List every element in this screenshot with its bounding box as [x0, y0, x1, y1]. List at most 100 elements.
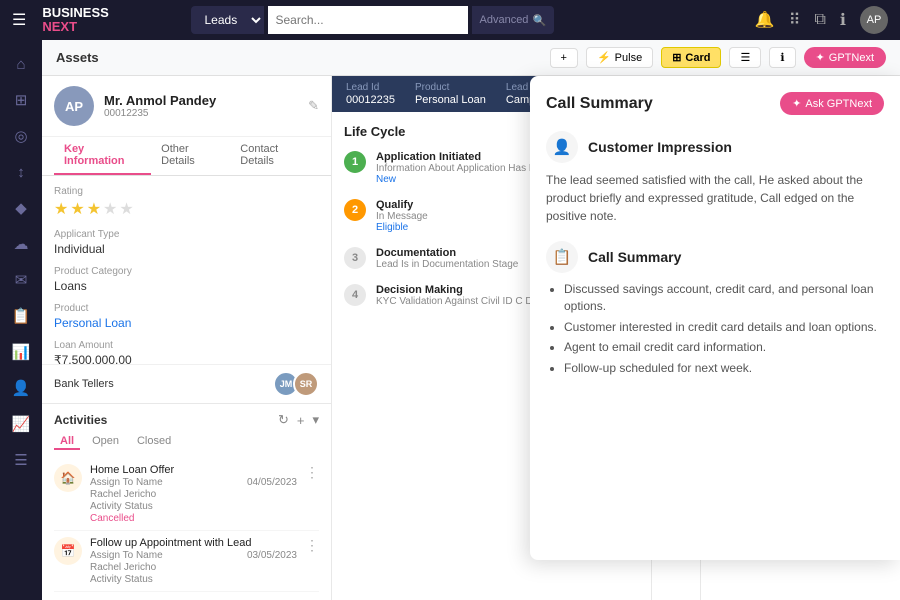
- star-2[interactable]: ★: [70, 199, 84, 219]
- search-input[interactable]: [268, 6, 468, 34]
- call-summary-section-title: Call Summary: [588, 249, 681, 265]
- activity-details-2: Follow up Appointment with Lead Assign T…: [90, 537, 297, 585]
- sidebar-icon-activity[interactable]: ↕: [5, 156, 37, 188]
- bank-tellers-label: Bank Tellers: [54, 378, 114, 390]
- tab-other-details[interactable]: Other Details: [151, 137, 230, 175]
- lead-avatar: AP: [54, 86, 94, 126]
- search-category-dropdown[interactable]: Leads: [191, 6, 264, 34]
- lead-tabs: Key Information Other Details Contact De…: [42, 137, 331, 176]
- grid-icon[interactable]: ⠿: [789, 10, 801, 30]
- info-button[interactable]: ℹ: [769, 47, 795, 68]
- edit-icon[interactable]: ✎: [308, 98, 319, 114]
- product-category-field: Product Category Loans: [54, 266, 319, 293]
- gptnext-button[interactable]: ✦ GPTNext: [804, 47, 886, 68]
- sidebar-icon-home[interactable]: ⌂: [5, 48, 37, 80]
- activity-assignee-label-1: Assign To Name 04/05/2023: [90, 477, 297, 488]
- card-view-button[interactable]: ⊞ Card: [661, 47, 721, 68]
- lifecycle-num-1: 1: [344, 151, 366, 173]
- activity-name-2: Follow up Appointment with Lead: [90, 537, 297, 549]
- star-1[interactable]: ★: [54, 199, 68, 219]
- activities-section: Activities ↻ + ▾ All Open Closed 🏠 Home …: [42, 403, 331, 600]
- advanced-search-button[interactable]: Advanced 🔍: [472, 6, 555, 34]
- tab-contact-details[interactable]: Contact Details: [230, 137, 319, 175]
- activity-item: 🏠 Home Loan Offer Assign To Name 04/05/2…: [54, 458, 319, 531]
- star-5[interactable]: ★: [119, 199, 133, 219]
- activity-status-label-2: Activity Status: [90, 574, 297, 585]
- ask-gptnext-button[interactable]: ✦ Ask GPTNext: [780, 92, 884, 115]
- sidebar-icon-chart[interactable]: 📊: [5, 336, 37, 368]
- filter-open[interactable]: Open: [86, 434, 125, 450]
- card-icon: ⊞: [672, 51, 681, 64]
- tab-key-information[interactable]: Key Information: [54, 137, 151, 175]
- activities-title: Activities: [54, 413, 107, 427]
- info-icon[interactable]: ℹ: [840, 10, 846, 30]
- star-3[interactable]: ★: [87, 199, 101, 219]
- pulse-icon: ⚡: [597, 51, 611, 64]
- top-navigation: ☰ BUSINESS NEXT Leads Advanced 🔍 🔔 ⠿ ⧉ ℹ…: [0, 0, 900, 40]
- meta-lead-id: Lead Id 00012235: [346, 82, 395, 106]
- hamburger-icon[interactable]: ☰: [12, 10, 26, 30]
- sidebar-icon-cloud[interactable]: ☁: [5, 228, 37, 260]
- customer-impression-header: 👤 Customer Impression: [546, 131, 884, 163]
- activities-header: Activities ↻ + ▾: [54, 412, 319, 428]
- assets-title: Assets: [56, 50, 99, 65]
- summary-item-2: Customer interested in credit card detai…: [564, 319, 884, 336]
- activity-more-icon-2[interactable]: ⋮: [305, 537, 319, 554]
- activities-actions: ↻ + ▾: [278, 412, 319, 428]
- bank-tellers-row: Bank Tellers JM SR: [42, 364, 331, 403]
- rating-stars[interactable]: ★ ★ ★ ★ ★: [54, 199, 319, 219]
- sidebar-icon-apps[interactable]: ⊞: [5, 84, 37, 116]
- loan-amount-value: ₹7,500,000.00: [54, 353, 319, 364]
- sidebar-icon-settings[interactable]: ☰: [5, 444, 37, 476]
- lead-info: Mr. Anmol Pandey 00012235: [104, 93, 298, 119]
- add-activity-icon[interactable]: +: [297, 413, 305, 428]
- list-view-button[interactable]: ☰: [729, 47, 761, 68]
- activity-details-1: Home Loan Offer Assign To Name 04/05/202…: [90, 464, 297, 524]
- sidebar-icon-user[interactable]: 👤: [5, 372, 37, 404]
- call-summary-list: Discussed savings account, credit card, …: [546, 281, 884, 377]
- rating-field: Rating ★ ★ ★ ★ ★: [54, 186, 319, 219]
- summary-item-3: Agent to email credit card information.: [564, 339, 884, 356]
- window-icon[interactable]: ⧉: [814, 11, 825, 29]
- product-category-label: Product Category: [54, 266, 319, 277]
- user-avatar[interactable]: AP: [860, 6, 888, 34]
- product-field: Product Personal Loan: [54, 303, 319, 330]
- call-summary-overlay: Call Summary ✦ Ask GPTNext 👤 Customer Im…: [530, 76, 900, 560]
- expand-activities-icon[interactable]: ▾: [312, 412, 319, 428]
- product-label: Product: [54, 303, 319, 314]
- nav-icons: 🔔 ⠿ ⧉ ℹ AP: [755, 6, 888, 34]
- activity-more-icon-1[interactable]: ⋮: [305, 464, 319, 481]
- refresh-icon[interactable]: ↻: [278, 412, 289, 428]
- loan-amount-label: Loan Amount: [54, 340, 319, 351]
- activity-status-label-1: Activity Status: [90, 501, 297, 512]
- sidebar-icon-diamond[interactable]: ◆: [5, 192, 37, 224]
- call-summary-section-header: 📋 Call Summary: [546, 241, 884, 273]
- activity-item-2: 📅 Follow up Appointment with Lead Assign…: [54, 531, 319, 592]
- assets-actions: + ⚡ Pulse ⊞ Card ☰ ℹ ✦ GPTNext: [550, 47, 886, 68]
- sidebar-icon-leads[interactable]: ◎: [5, 120, 37, 152]
- pulse-button[interactable]: ⚡ Pulse: [586, 47, 653, 68]
- search-area: Leads Advanced 🔍: [191, 6, 611, 34]
- product-category-value: Loans: [54, 279, 319, 293]
- sidebar-icon-analytics[interactable]: 📈: [5, 408, 37, 440]
- lead-id: 00012235: [104, 108, 298, 119]
- sidebar-icon-document[interactable]: 📋: [5, 300, 37, 332]
- summary-item-4: Follow-up scheduled for next week.: [564, 360, 884, 377]
- filter-closed[interactable]: Closed: [131, 434, 177, 450]
- call-summary-section: 📋 Call Summary Discussed savings account…: [546, 241, 884, 377]
- left-panel: AP Mr. Anmol Pandey 00012235 ✎ Key Infor…: [42, 76, 332, 600]
- activity-status-value-1: Cancelled: [90, 513, 297, 524]
- teller-avatars: JM SR: [273, 371, 319, 397]
- activity-assignee-2: Rachel Jericho: [90, 562, 297, 573]
- customer-impression-section: 👤 Customer Impression The lead seemed sa…: [546, 131, 884, 225]
- product-link[interactable]: Personal Loan: [54, 316, 131, 330]
- lifecycle-num-4: 4: [344, 284, 366, 306]
- notification-icon[interactable]: 🔔: [755, 10, 775, 30]
- activity-assignee-label-2: Assign To Name 03/05/2023: [90, 550, 297, 561]
- star-4[interactable]: ★: [103, 199, 117, 219]
- customer-icon: 👤: [546, 131, 578, 163]
- assets-header: Assets + ⚡ Pulse ⊞ Card ☰ ℹ ✦ GPTNext: [42, 40, 900, 76]
- filter-all[interactable]: All: [54, 434, 80, 450]
- sidebar-icon-mail[interactable]: ✉: [5, 264, 37, 296]
- add-button[interactable]: +: [550, 48, 578, 68]
